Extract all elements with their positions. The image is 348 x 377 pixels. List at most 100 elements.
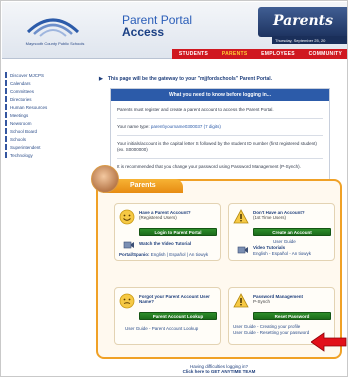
nav-employees[interactable]: EMPLOYEES bbox=[261, 51, 295, 57]
sidebar-item-label: Directories bbox=[10, 96, 32, 102]
divider bbox=[117, 118, 323, 119]
user-guide-link[interactable]: User Guide bbox=[273, 239, 296, 244]
help-link[interactable]: Click here to GET ANYTIME TEAM bbox=[96, 369, 342, 374]
user-guide-profile-link[interactable]: User Guide - Creating your profile bbox=[233, 324, 300, 329]
bullet-icon bbox=[5, 112, 7, 118]
sidebar-nav: Discover MJCPS Calendars Committees Dire… bbox=[5, 71, 75, 159]
user-guide-reset-link[interactable]: User Guide - Resetting your password bbox=[233, 330, 309, 335]
sidebar-item-directories[interactable]: Directories bbox=[5, 95, 75, 103]
bullet-icon bbox=[5, 128, 7, 134]
sidebar-item-superintendent[interactable]: Superintendent bbox=[5, 143, 75, 151]
video-camera-icon bbox=[123, 241, 134, 249]
video-language-links[interactable]: English - Español - An tiowyk bbox=[253, 251, 311, 256]
video-tutorial-link[interactable]: Watch the Video Tutorial bbox=[139, 241, 191, 246]
smiley-icon bbox=[119, 293, 135, 309]
sidebar-item-meetings[interactable]: Meetings bbox=[5, 111, 75, 119]
nav-students[interactable]: STUDENTS bbox=[179, 51, 208, 57]
user-guide-lookup-link[interactable]: User Guide - Parent Account Lookup bbox=[125, 326, 198, 331]
info-header: What you need to know before logging in.… bbox=[111, 89, 329, 101]
sidebar-item-calendars[interactable]: Calendars bbox=[5, 79, 75, 87]
bullet-icon bbox=[5, 72, 7, 78]
sidebar-item-label: Human Resources bbox=[10, 104, 48, 110]
info-paragraph: Parents must register and create a paren… bbox=[117, 107, 274, 112]
district-name: Maynooth County Public Schools bbox=[25, 41, 85, 46]
arrow-right-icon: ▶ bbox=[99, 76, 103, 82]
district-logo[interactable]: Maynooth County Public Schools bbox=[6, 4, 102, 54]
sidebar-item-committees[interactable]: Committees bbox=[5, 87, 75, 95]
portal-title: Parent Portal Access bbox=[122, 14, 192, 38]
card-no-account: Don't Have an Account? (1st Time Users) … bbox=[228, 203, 335, 261]
sidebar-item-label: School Board bbox=[10, 128, 38, 134]
nav-community[interactable]: COMMUNITY bbox=[309, 51, 343, 57]
video-camera-icon bbox=[237, 246, 248, 254]
sidebar-item-label: Technology bbox=[10, 152, 33, 158]
bullet-icon bbox=[5, 104, 7, 110]
top-nav: STUDENTS PARENTS EMPLOYEES COMMUNITY bbox=[172, 49, 347, 59]
sidebar-item-label: Discover MJCPS bbox=[10, 72, 45, 78]
district-logo-icon bbox=[26, 18, 80, 37]
sidebar-item-human-resources[interactable]: Human Resources bbox=[5, 103, 75, 111]
bullet-icon bbox=[5, 80, 7, 86]
browser-page: Maynooth County Public Schools Parent Po… bbox=[0, 0, 348, 377]
portal-title-line2: Access bbox=[122, 25, 165, 39]
lang-prefix: Portal/Spanio: bbox=[119, 252, 151, 257]
divider bbox=[117, 158, 323, 159]
create-account-button[interactable]: Create an Account bbox=[253, 228, 331, 236]
card-forgot-username: Forgot your Parent Account User Name? Pa… bbox=[114, 287, 221, 345]
sidebar-item-label: Calendars bbox=[10, 80, 31, 86]
video-tutorials-text: Video Tutorials bbox=[253, 245, 286, 250]
nav-parents[interactable]: PARENTS bbox=[222, 51, 248, 57]
parents-banner: Parents bbox=[258, 7, 347, 37]
help-footer: Having difficulties logging in? Click he… bbox=[96, 364, 342, 374]
language-links[interactable]: Portal/Spanio: English | Español | An ti… bbox=[119, 252, 208, 257]
gateway-notice: ▶ This page will be the gateway to your … bbox=[99, 76, 272, 82]
sidebar-item-newsroom[interactable]: Newsroom bbox=[5, 119, 75, 127]
card-subtitle: (Registered Users) bbox=[139, 215, 177, 220]
parent-account-lookup-button[interactable]: Parent Account Lookup bbox=[139, 312, 217, 320]
sidebar-item-technology[interactable]: Technology bbox=[5, 151, 75, 159]
info-label: Your name type: bbox=[117, 124, 151, 129]
card-title: Don't Have an Account? (1st Time Users) bbox=[253, 210, 333, 220]
smiley-icon bbox=[119, 209, 135, 225]
info-paragraph: It is recommended that you change your p… bbox=[117, 164, 301, 169]
sidebar-item-label: Schools bbox=[10, 136, 27, 142]
card-title: Forgot your Parent Account User Name? bbox=[139, 294, 210, 304]
parents-panel: Parents Have a Parent Account? (Register… bbox=[91, 165, 342, 359]
site-header: Maynooth County Public Schools Parent Po… bbox=[2, 2, 347, 59]
bullet-icon bbox=[5, 96, 7, 102]
login-parent-portal-button[interactable]: Login to Parent Portal bbox=[139, 228, 217, 236]
video-tutorial-label: Watch the Video Tutorial bbox=[139, 241, 192, 246]
sidebar-item-schools[interactable]: Schools bbox=[5, 135, 75, 143]
info-paragraph: Your initials/account is the capital let… bbox=[117, 141, 317, 152]
card-subtitle: (1st Time Users) bbox=[253, 215, 287, 220]
sidebar-item-label: Meetings bbox=[10, 112, 29, 118]
card-title: Have a Parent Account? (Registered Users… bbox=[139, 210, 219, 220]
divider bbox=[117, 135, 323, 136]
sidebar-item-discover[interactable]: Discover MJCPS bbox=[5, 71, 75, 79]
bullet-icon bbox=[5, 136, 7, 142]
card-subtitle: P-Synch bbox=[253, 299, 271, 304]
bullet-icon bbox=[5, 144, 7, 150]
warning-icon bbox=[233, 293, 249, 308]
bullet-icon bbox=[5, 152, 7, 158]
avatar bbox=[91, 165, 119, 193]
bullet-icon bbox=[5, 88, 7, 94]
sidebar-item-label: Superintendent bbox=[10, 144, 41, 150]
lang-list: English | Español | An tiowyk bbox=[150, 252, 209, 257]
annotation-arrow-icon bbox=[311, 332, 347, 352]
card-have-account: Have a Parent Account? (Registered Users… bbox=[114, 203, 221, 261]
sidebar-item-label: Committees bbox=[10, 88, 35, 94]
info-paragraph: Your name type: parent\yourname0300037 (… bbox=[111, 122, 329, 132]
parents-tab: Parents bbox=[91, 165, 183, 193]
sidebar-item-label: Newsroom bbox=[10, 120, 32, 126]
bullet-icon bbox=[5, 120, 7, 126]
parents-tab-label: Parents bbox=[130, 182, 156, 189]
card-title: Password Management P-Synch bbox=[253, 294, 333, 304]
warning-icon bbox=[233, 209, 249, 224]
reset-password-button[interactable]: Reset Password bbox=[253, 312, 331, 320]
username-format: parent\yourname0300037 (7 digits) bbox=[150, 124, 221, 129]
banner-date: Thursday, September 25, 20 bbox=[272, 36, 347, 44]
sidebar-item-school-board[interactable]: School Board bbox=[5, 127, 75, 135]
video-tutorials-label: Video Tutorials bbox=[253, 245, 285, 250]
gateway-text: This page will be the gateway to your "m… bbox=[107, 76, 273, 82]
